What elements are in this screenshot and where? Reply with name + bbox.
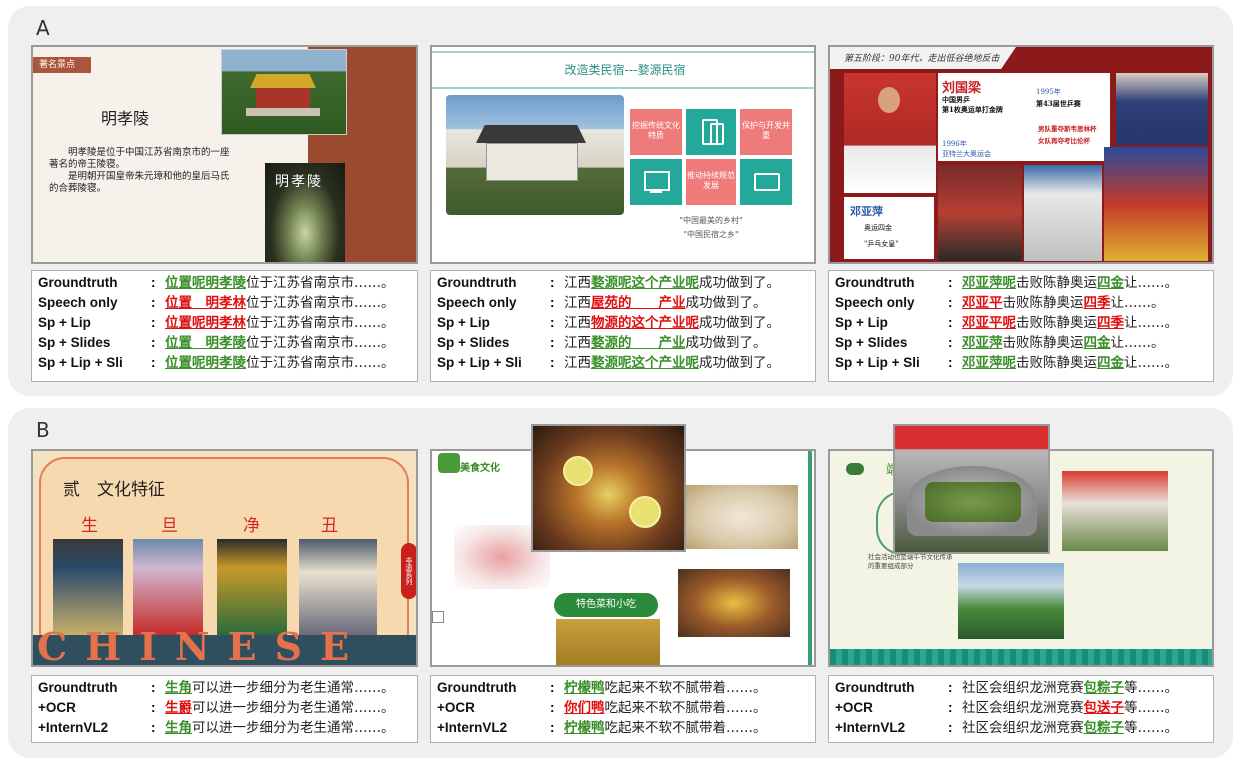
table-row: Groundtruth: 生角可以进一步细分为老生通常……。	[38, 680, 395, 696]
athlete-photo-1	[844, 73, 936, 193]
event-photo-2	[958, 563, 1064, 639]
table-row: Sp + Lip + Sli: 江西婺源呢这个产业呢成功做到了。	[437, 355, 780, 371]
slide-title: 改造类民宿---婺源民宿	[564, 63, 686, 77]
village-photo	[446, 95, 624, 215]
table-row: Groundtruth: 邓亚萍呢击败陈静奥运四金让……。	[835, 275, 1178, 291]
role-label: 生	[81, 516, 98, 536]
table-row: Groundtruth: 位置呢明孝陵位于江苏省南京市……。	[38, 275, 395, 291]
slide-tag: 著名景点	[33, 57, 91, 73]
box-3: 推动持续规范发展	[686, 159, 736, 205]
monitor-icon	[630, 159, 682, 205]
event-photo-1	[1062, 471, 1168, 551]
role-label: 旦	[161, 516, 178, 536]
slide-title: 明孝陵	[101, 109, 150, 128]
slide-b1: 贰 文化特征 生 旦 净 丑 非遗系列 CHINESE	[31, 449, 418, 667]
slide-a1: 著名景点 明孝陵 明孝陵是位于中国江苏省南京市的一座著名的帝王陵寝。 是明朝开国…	[31, 45, 418, 264]
athlete-photo-4	[1104, 147, 1208, 261]
panel-letter-a: A	[36, 16, 50, 40]
screen-icon	[740, 159, 792, 205]
table-row: +OCR: 生爵可以进一步细分为老生通常……。	[38, 700, 395, 716]
slide-para-2: 是明朝开国皇帝朱元璋和他的皇后马氏的合葬陵寝。	[49, 171, 230, 194]
athlete-photo-2	[938, 165, 1022, 261]
table-row: Sp + Lip + Sli: 位置呢明孝陵位于江苏省南京市……。	[38, 355, 395, 371]
athlete-name-2: 邓亚萍	[850, 205, 883, 218]
slide-title: 美食文化	[460, 463, 500, 474]
table-row: Speech only: 江西屋苑的 产业成功做到了。	[437, 295, 767, 311]
slide-a3: 第五阶段：90年代，走出低谷绝地反击 刘国梁 中国男乒 第1枚奥运单打金牌 19…	[828, 45, 1214, 264]
photo-sign: 明孝陵	[275, 174, 323, 190]
athlete-name-1: 刘国梁	[942, 81, 982, 96]
slide-para-1: 明孝陵是位于中国江苏省南京市的一座著名的帝王陵寝。	[49, 147, 230, 170]
table-row: +OCR: 社区会组织龙洲竞赛包送子等……。	[835, 700, 1178, 716]
table-row: Groundtruth: 江西婺源呢这个产业呢成功做到了。	[437, 275, 780, 291]
table-row: +InternVL2: 柠檬鸭吃起来不软不腻带着……。	[437, 720, 767, 736]
food-photo-4	[678, 569, 790, 637]
table-row: Sp + Lip: 位置呢明孝林位于江苏省南京市……。	[38, 315, 395, 331]
slide-note: 社会活动也是端午节文化传承的重要组成部分	[868, 553, 953, 570]
slide-a2: 改造类民宿---婺源民宿 挖掘传统文化特质 保护与开发并重 推动持续规范发展 "…	[430, 45, 816, 264]
athlete-photo-3	[1024, 165, 1102, 261]
slide-header: 第五阶段：90年代，走出低谷绝地反击	[844, 54, 1000, 64]
table-row: Speech only: 邓亚平击败陈静奥运四季让……。	[835, 295, 1165, 311]
caption-2: "中国民宿之乡"	[683, 230, 739, 239]
food-photo-2	[556, 619, 660, 665]
table-row: +InternVL2: 生角可以进一步细分为老生通常……。	[38, 720, 395, 736]
table-row: Groundtruth: 柠檬鸭吃起来不软不腻带着……。	[437, 680, 767, 696]
food-label: 特色菜和小吃	[554, 593, 658, 617]
food-photo-3	[686, 485, 798, 549]
decorative-band: CHINESE	[37, 624, 368, 667]
opera-photo-1	[53, 539, 123, 635]
table-b2: Groundtruth: 柠檬鸭吃起来不软不腻带着……。 +OCR: 你们鸭吃起来不…	[430, 675, 816, 743]
table-row: Sp + Lip + Sli: 邓亚萍呢击败陈静奥运四金让……。	[835, 355, 1178, 371]
table-row: Sp + Slides: 邓亚萍击败陈静奥运四金让……。	[835, 335, 1165, 351]
caption-1: "中国最美的乡村"	[679, 216, 743, 225]
role-label: 净	[243, 516, 260, 536]
table-row: Sp + Lip: 邓亚平呢击败陈静奥运四季让……。	[835, 315, 1178, 331]
table-row: +InternVL2: 社区会组织龙洲竞赛包粽子等……。	[835, 720, 1178, 736]
side-badge: 非遗系列	[401, 543, 416, 599]
table-row: +OCR: 你们鸭吃起来不软不腻带着……。	[437, 700, 767, 716]
opera-photo-4	[299, 539, 377, 635]
slide-title: 贰 文化特征	[63, 480, 165, 500]
table-a1: Groundtruth: 位置呢明孝陵位于江苏省南京市……。 Speech onl…	[31, 270, 418, 382]
box-1: 挖掘传统文化特质	[630, 109, 682, 155]
opera-photo-3	[217, 539, 287, 635]
table-a3: Groundtruth: 邓亚萍呢击败陈静奥运四金让……。 Speech only…	[828, 270, 1214, 382]
phone-icon	[686, 109, 736, 155]
team-photo	[1116, 73, 1208, 145]
steamer-photo	[893, 424, 1050, 554]
table-row: Sp + Lip: 江西物源的这个产业呢成功做到了。	[437, 315, 780, 331]
table-row: Speech only: 位置 明孝林位于江苏省南京市……。	[38, 295, 395, 311]
box-2: 保护与开发并重	[740, 109, 792, 155]
tunnel-photo: 明孝陵	[265, 163, 345, 262]
table-b3: Groundtruth: 社区会组织龙洲竞赛包粽子等……。 +OCR: 社区会组织龙…	[828, 675, 1214, 743]
table-row: Sp + Slides: 位置 明孝陵位于江苏省南京市……。	[38, 335, 395, 351]
table-row: Sp + Slides: 江西婺源的 产业成功做到了。	[437, 335, 767, 351]
table-a2: Groundtruth: 江西婺源呢这个产业呢成功做到了。 Speech only…	[430, 270, 816, 382]
table-row: Groundtruth: 社区会组织龙洲竞赛包粽子等……。	[835, 680, 1178, 696]
role-label: 丑	[321, 516, 338, 536]
table-b1: Groundtruth: 生角可以进一步细分为老生通常……。 +OCR: 生爵可以进…	[31, 675, 418, 743]
opera-photo-2	[133, 539, 203, 635]
panel-letter-b: B	[36, 418, 50, 442]
food-photo-main	[531, 424, 686, 552]
temple-photo	[221, 49, 347, 135]
